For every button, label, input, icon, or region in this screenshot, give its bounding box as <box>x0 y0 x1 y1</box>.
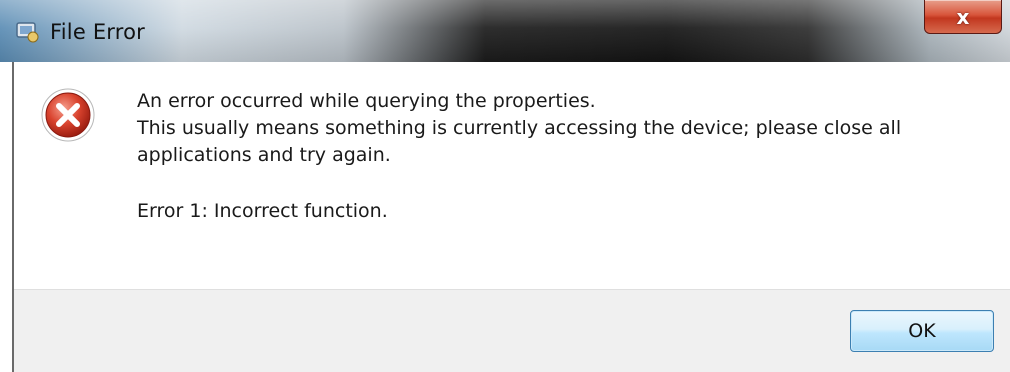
error-icon <box>41 88 95 142</box>
message-line-1: An error occurred while querying the pro… <box>137 90 596 112</box>
error-dialog: File Error x An error occurred while que… <box>0 0 1010 372</box>
window-title: File Error <box>50 20 146 44</box>
message-line-2: This usually means something is currentl… <box>137 117 902 166</box>
close-icon: x <box>956 4 970 29</box>
program-icon <box>16 22 39 43</box>
ok-button[interactable]: OK <box>850 310 994 352</box>
error-detail: Error 1: Incorrect function. <box>137 200 388 222</box>
error-message: An error occurred while querying the pro… <box>137 88 997 225</box>
title-bar[interactable] <box>0 0 1010 62</box>
close-button[interactable]: x <box>924 0 1002 34</box>
